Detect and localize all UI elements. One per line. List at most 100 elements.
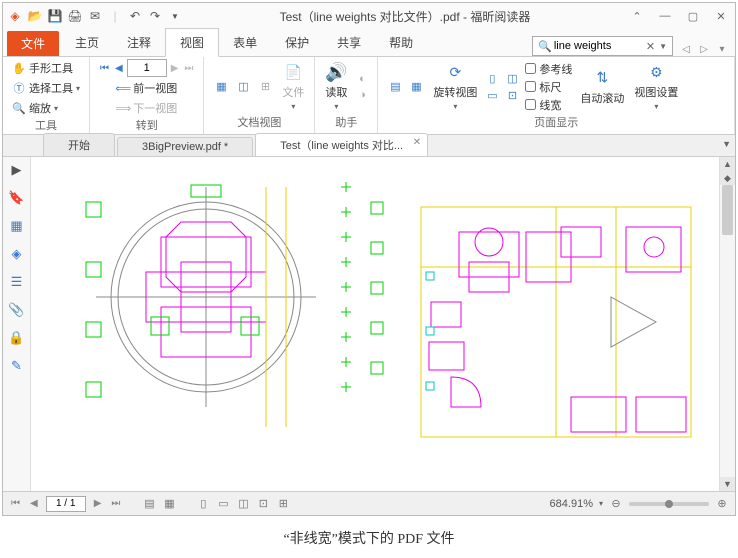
sb-page-input[interactable]: [46, 496, 86, 512]
zoom-dropdown-icon[interactable]: ▾: [599, 499, 603, 508]
next-page-icon[interactable]: ▶: [169, 63, 181, 74]
assist-icon1[interactable]: ◐: [355, 72, 369, 86]
viewsettings-icon: ⚙: [646, 62, 666, 82]
next-view-icon: ⟹: [116, 101, 130, 115]
hand-tool-button[interactable]: ✋手形工具: [11, 59, 74, 77]
save-icon[interactable]: 💾: [47, 8, 63, 24]
quick-access-toolbar: ◈ 📂 💾 🖨 ✉ | ↶ ↷ ▼: [7, 8, 183, 24]
status-bar: ⏮ ◀ ▶ ⏭ ▤ ▦ ▯ ▭ ◫ ⊡ ⊞ 684.91% ▾ ⊖ ⊕: [3, 491, 735, 515]
docview-icon2[interactable]: ◫: [234, 78, 252, 96]
sb-layout2-icon[interactable]: ▦: [162, 497, 176, 511]
tab-help[interactable]: 帮助: [375, 29, 427, 56]
signatures-icon[interactable]: ✎: [8, 357, 26, 375]
nav-menu-icon[interactable]: ▾: [715, 42, 729, 56]
nav-prev-icon[interactable]: ◁: [679, 42, 693, 56]
zoom-knob[interactable]: [665, 500, 673, 508]
scroll-thumb[interactable]: [722, 185, 733, 235]
tab-list-dropdown-icon[interactable]: ▼: [722, 139, 731, 149]
minimize-icon[interactable]: —: [655, 8, 675, 24]
undo-icon[interactable]: ↶: [127, 8, 143, 24]
document-tabs: 开始 3BigPreview.pdf * Test（line weights 对…: [3, 135, 735, 157]
doctab-preview[interactable]: 3BigPreview.pdf *: [117, 137, 253, 156]
read-button[interactable]: 🔊 读取▾: [323, 60, 349, 113]
rotate-view-button[interactable]: ⟳ 旋转视图▾: [431, 60, 479, 113]
viewsettings-button[interactable]: ⚙ 视图设置▾: [632, 60, 680, 113]
select-tool-button[interactable]: Ⓣ选择工具 ▾: [11, 79, 81, 97]
tab-home[interactable]: 主页: [61, 29, 113, 56]
open-icon[interactable]: 📂: [27, 8, 43, 24]
attachments-icon[interactable]: 📎: [8, 301, 26, 319]
close-tab-icon[interactable]: ✕: [413, 137, 421, 148]
sb-first-icon[interactable]: ⏮: [9, 498, 22, 509]
search-dropdown-icon[interactable]: ▼: [657, 42, 669, 51]
fit-icon1[interactable]: ▯: [485, 71, 499, 85]
tab-share[interactable]: 共享: [323, 29, 375, 56]
search-box[interactable]: 🔍 ✕ ▼: [532, 36, 673, 56]
sb-layout1-icon[interactable]: ▤: [142, 497, 156, 511]
redo-icon[interactable]: ↷: [147, 8, 163, 24]
docview-icon1[interactable]: ▦: [212, 78, 230, 96]
scroll-marker-icon[interactable]: ◆: [720, 171, 735, 185]
last-page-icon[interactable]: ⏭: [182, 63, 195, 74]
app-icon[interactable]: ◈: [7, 8, 23, 24]
sb-next-icon[interactable]: ▶: [92, 498, 104, 509]
search-icon: 🔍: [536, 40, 554, 53]
close-icon[interactable]: ✕: [711, 8, 731, 24]
comments-icon[interactable]: ☰: [8, 273, 26, 291]
expand-panel-icon[interactable]: ▶: [8, 161, 26, 179]
bookmarks-icon[interactable]: 🔖: [8, 189, 26, 207]
first-page-icon[interactable]: ⏮: [98, 63, 111, 74]
next-view-button[interactable]: ⟹下一视图: [115, 99, 178, 117]
tab-view[interactable]: 视图: [165, 28, 219, 57]
sb-view1-icon[interactable]: ▯: [196, 497, 210, 511]
security-icon[interactable]: 🔒: [8, 329, 26, 347]
print-icon[interactable]: 🖨: [67, 8, 83, 24]
page-layout-icon2[interactable]: ▦: [407, 78, 425, 96]
qat-dropdown-icon[interactable]: ▼: [167, 8, 183, 24]
sb-view3-icon[interactable]: ◫: [236, 497, 250, 511]
maximize-icon[interactable]: ▢: [683, 8, 703, 24]
email-icon[interactable]: ✉: [87, 8, 103, 24]
page-layout-icon1[interactable]: ▤: [386, 78, 404, 96]
ruler-checkbox[interactable]: 标尺: [525, 79, 572, 95]
nav-next-icon[interactable]: ▷: [697, 42, 711, 56]
docview-icon3[interactable]: ⊞: [256, 78, 274, 96]
doctab-start[interactable]: 开始: [43, 133, 115, 156]
sb-last-icon[interactable]: ⏭: [109, 498, 122, 509]
scroll-down-icon[interactable]: ▼: [720, 477, 735, 491]
zoom-tool-button[interactable]: 🔍缩放 ▾: [11, 99, 59, 117]
zoom-out-icon[interactable]: ⊖: [609, 497, 623, 511]
prev-view-button[interactable]: ⟸前一视图: [115, 79, 178, 97]
search-input[interactable]: [554, 40, 644, 52]
scroll-up-icon[interactable]: ▲: [720, 157, 735, 171]
prev-page-icon[interactable]: ◀: [113, 63, 125, 74]
tab-form[interactable]: 表单: [219, 29, 271, 56]
file-button[interactable]: 📄 文件▾: [280, 60, 306, 113]
autoscroll-button[interactable]: ⇅ 自动滚动: [578, 66, 626, 108]
fit-icon3[interactable]: ◫: [505, 71, 519, 85]
file-tab[interactable]: 文件: [7, 31, 59, 56]
zoom-slider[interactable]: [629, 502, 709, 506]
doctab-test[interactable]: Test（line weights 对比...✕: [255, 133, 428, 156]
sb-view2-icon[interactable]: ▭: [216, 497, 230, 511]
page-input[interactable]: [127, 59, 167, 77]
tab-comment[interactable]: 注释: [113, 29, 165, 56]
zoom-in-icon[interactable]: ⊕: [715, 497, 729, 511]
scroll-track[interactable]: [720, 185, 735, 477]
fit-icon4[interactable]: ⊡: [505, 88, 519, 102]
fit-icon2[interactable]: ▭: [485, 88, 499, 102]
assist-icon2[interactable]: ◑: [355, 88, 369, 102]
sb-view5-icon[interactable]: ⊞: [276, 497, 290, 511]
ribbon-collapse-icon[interactable]: ⌃: [627, 8, 647, 24]
pages-icon[interactable]: ▦: [8, 217, 26, 235]
sb-prev-icon[interactable]: ◀: [28, 498, 40, 509]
search-clear-icon[interactable]: ✕: [644, 40, 657, 53]
guide-checkbox[interactable]: 参考线: [525, 61, 572, 77]
vertical-scrollbar[interactable]: ▲ ◆ ▼: [719, 157, 735, 491]
lineweight-checkbox[interactable]: 线宽: [525, 97, 572, 113]
tab-protect[interactable]: 保护: [271, 29, 323, 56]
layers-icon[interactable]: ◈: [8, 245, 26, 263]
group-label: 页面显示: [386, 114, 726, 132]
document-canvas[interactable]: [31, 157, 719, 491]
sb-view4-icon[interactable]: ⊡: [256, 497, 270, 511]
